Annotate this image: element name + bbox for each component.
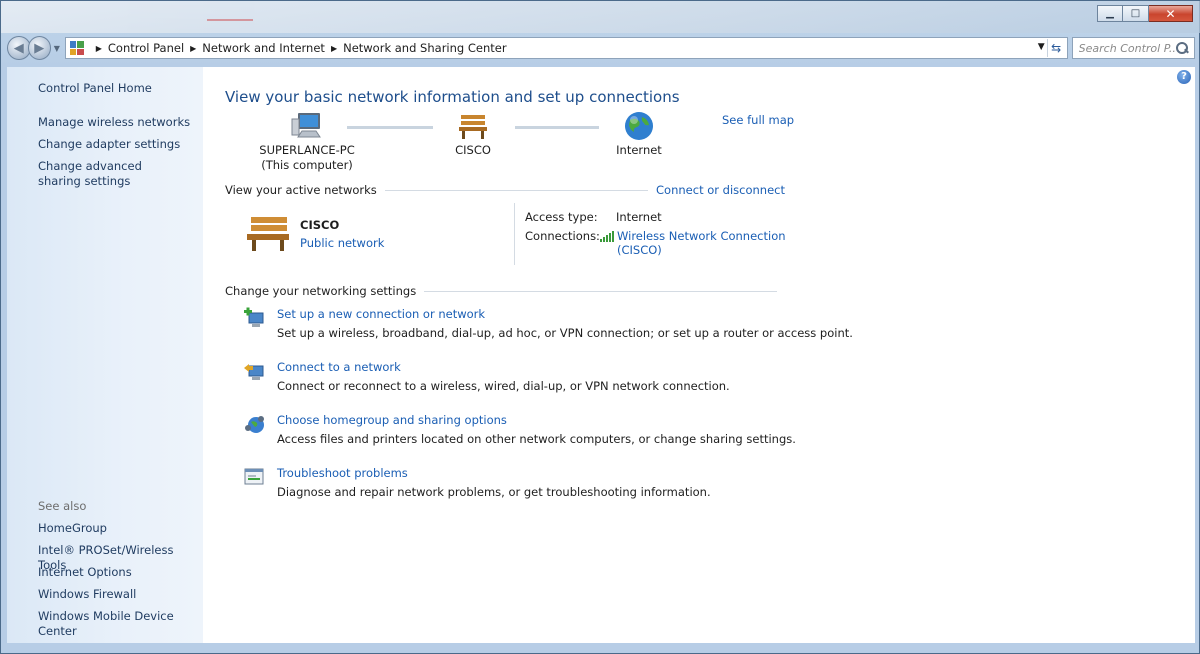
breadcrumb-network-sharing-center[interactable]: Network and Sharing Center	[343, 41, 506, 55]
map-connector-line	[347, 126, 433, 129]
sidebar-internet-options[interactable]: Internet Options	[38, 565, 198, 580]
troubleshoot-link[interactable]: Troubleshoot problems	[277, 466, 408, 480]
troubleshoot-icon	[244, 468, 264, 485]
task-description: Set up a wireless, broadband, dial-up, a…	[277, 326, 853, 340]
internet-label: Internet	[616, 143, 662, 157]
sidebar-manage-wireless-networks[interactable]: Manage wireless networks	[38, 115, 198, 130]
computer-sub: (This computer)	[261, 158, 353, 172]
access-type-value: Internet	[616, 210, 662, 224]
page-title: View your basic network information and …	[225, 88, 680, 106]
breadcrumb-control-panel[interactable]: Control Panel	[108, 41, 184, 55]
search-icon[interactable]	[1175, 41, 1189, 55]
task-description: Diagnose and repair network problems, or…	[277, 485, 711, 499]
sidebar-windows-firewall[interactable]: Windows Firewall	[38, 587, 198, 602]
background-window-strip	[1, 1, 1200, 33]
bench-icon	[459, 115, 487, 139]
settings-header-label: Change your networking settings	[225, 284, 417, 298]
network-type-link[interactable]: Public network	[300, 236, 384, 250]
sidebar-change-adapter-settings[interactable]: Change adapter settings	[38, 137, 198, 152]
new-connection-icon	[244, 307, 264, 327]
map-node-internet[interactable]: Internet	[607, 111, 671, 158]
help-icon[interactable]: ?	[1177, 70, 1191, 84]
bench-icon	[247, 217, 289, 251]
globe-icon	[625, 112, 653, 140]
task-description: Connect or reconnect to a wireless, wire…	[277, 379, 730, 393]
wireless-connection-link[interactable]: Wireless Network Connection (CISCO)	[617, 229, 787, 257]
task-description: Access files and printers located on oth…	[277, 432, 796, 446]
network-map-name: CISCO	[455, 143, 491, 157]
map-connector-line	[515, 126, 599, 129]
back-arrow-icon: ◀	[13, 40, 24, 56]
see-full-map-link[interactable]: See full map	[722, 113, 794, 127]
forward-button[interactable]: ▶	[27, 36, 51, 60]
sidebar: Control Panel Home Manage wireless netwo…	[7, 67, 203, 643]
background-decoration	[207, 7, 253, 21]
section-divider	[384, 189, 649, 191]
section-divider	[424, 290, 777, 292]
maximize-button[interactable]: □	[1123, 5, 1149, 22]
map-node-cisco[interactable]: CISCO	[439, 111, 507, 158]
connect-network-icon	[244, 364, 264, 380]
address-row: ◀ ▶ ▼ ▶ Control Panel ▶ Network and Inte…	[7, 35, 1195, 61]
forward-arrow-icon: ▶	[34, 40, 45, 56]
control-panel-icon	[69, 41, 84, 55]
chevron-down-icon: ▼	[53, 43, 60, 53]
refresh-icon[interactable]: ⇆	[1046, 39, 1065, 57]
map-node-computer[interactable]: SUPERLANCE-PC (This computer)	[255, 111, 359, 173]
breadcrumb-arrow-icon[interactable]: ▶	[96, 44, 102, 53]
computer-icon	[291, 113, 321, 138]
address-bar[interactable]: ▶ Control Panel ▶ Network and Internet ▶…	[64, 37, 1068, 59]
computer-name: SUPERLANCE-PC	[259, 143, 355, 157]
recent-pages-dropdown[interactable]: ▼	[51, 44, 63, 53]
address-dropdown-icon[interactable]: ▼	[1038, 42, 1045, 52]
connections-label: Connections:	[525, 229, 600, 243]
setup-new-connection-link[interactable]: Set up a new connection or network	[277, 307, 485, 321]
see-also-label: See also	[38, 499, 87, 513]
vertical-divider	[514, 203, 515, 265]
caption-buttons: ▁ □ ✕	[1097, 5, 1193, 22]
breadcrumb-arrow-icon[interactable]: ▶	[331, 44, 337, 53]
active-network-name: CISCO	[300, 218, 340, 232]
window-frame: ▁ □ ✕ ◀ ▶ ▼ ▶ Control Panel ▶ Network an…	[0, 0, 1200, 654]
active-networks-label: View your active networks	[225, 183, 377, 197]
connect-to-network-link[interactable]: Connect to a network	[277, 360, 401, 374]
settings-header: Change your networking settings	[225, 284, 785, 298]
main-content: ? View your basic network information an…	[203, 67, 1195, 643]
close-button[interactable]: ✕	[1149, 5, 1193, 22]
sidebar-change-advanced-sharing[interactable]: Change advanced sharing settings	[38, 159, 188, 189]
back-button[interactable]: ◀	[7, 36, 31, 60]
breadcrumb-arrow-icon[interactable]: ▶	[190, 44, 196, 53]
signal-strength-icon	[600, 231, 614, 242]
search-box[interactable]	[1071, 37, 1195, 59]
minimize-button[interactable]: ▁	[1097, 5, 1123, 22]
access-type-label: Access type:	[525, 210, 598, 224]
homegroup-sharing-link[interactable]: Choose homegroup and sharing options	[277, 413, 507, 427]
homegroup-icon	[245, 416, 264, 433]
sidebar-control-panel-home[interactable]: Control Panel Home	[38, 81, 198, 96]
connect-or-disconnect-link[interactable]: Connect or disconnect	[656, 183, 785, 197]
sidebar-homegroup[interactable]: HomeGroup	[38, 521, 198, 536]
sidebar-windows-mobile-device-center[interactable]: Windows Mobile Device Center	[38, 609, 198, 639]
active-networks-header: View your active networks Connect or dis…	[225, 183, 785, 197]
breadcrumb-network-and-internet[interactable]: Network and Internet	[202, 41, 325, 55]
search-input[interactable]	[1078, 41, 1175, 55]
